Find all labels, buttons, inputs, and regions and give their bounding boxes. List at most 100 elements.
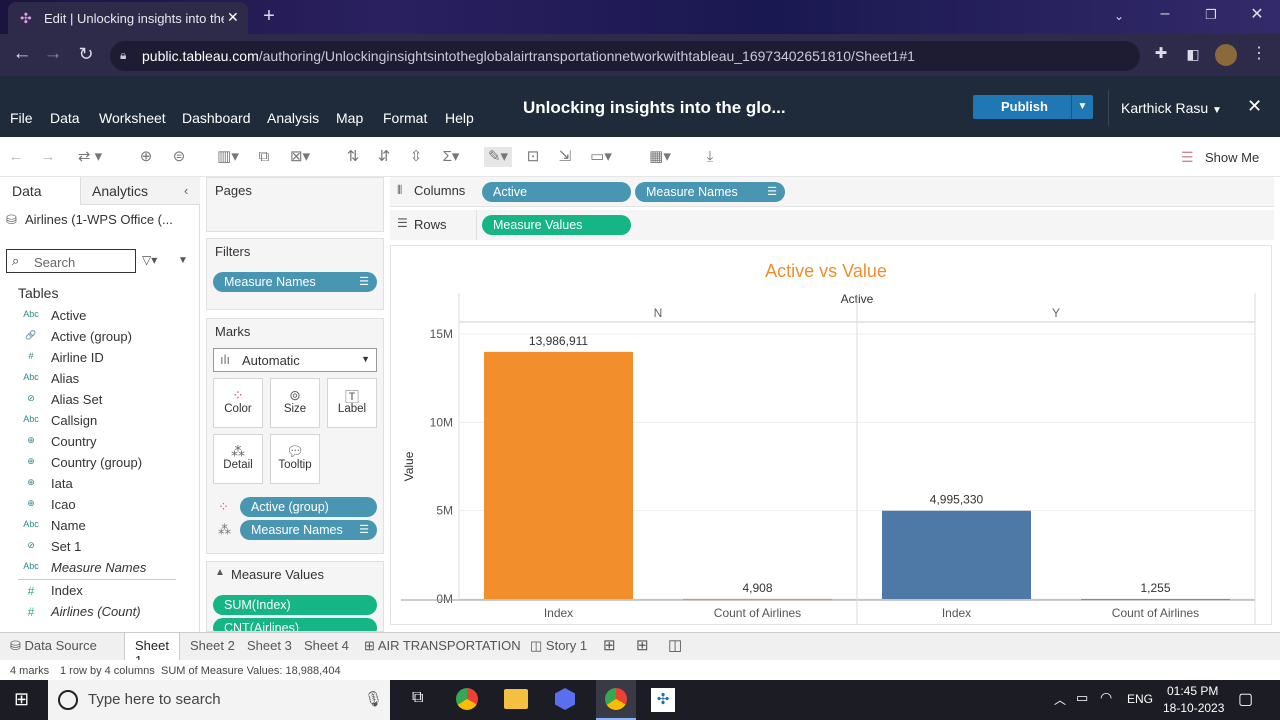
- field-item[interactable]: Abc Callsign: [0, 411, 198, 432]
- menu-dashboard[interactable]: Dashboard: [182, 110, 251, 126]
- marks-color-button[interactable]: ⁘ Color: [213, 378, 263, 428]
- language-indicator[interactable]: ENG: [1127, 692, 1153, 706]
- labels-icon[interactable]: ⊡: [522, 147, 544, 167]
- browser-tab[interactable]: ✣ Edit | Unlocking insights into the ✕: [8, 2, 248, 34]
- restore-icon[interactable]: ❐: [1200, 5, 1222, 27]
- redo-icon[interactable]: →: [37, 147, 59, 167]
- menu-data[interactable]: Data: [50, 110, 80, 126]
- side-panel-icon[interactable]: ◧: [1182, 44, 1204, 66]
- snipping-tool-icon[interactable]: ✣: [651, 688, 675, 712]
- marks-tooltip-button[interactable]: 💬︎ Tooltip: [270, 434, 320, 484]
- measure-values-pill-sum-index[interactable]: SUM(Index): [213, 595, 377, 615]
- close-window-icon[interactable]: ✕: [1246, 5, 1268, 27]
- profile-avatar[interactable]: [1215, 44, 1237, 66]
- extensions-icon[interactable]: ✚: [1150, 44, 1172, 66]
- show-me-button[interactable]: Show Me: [1205, 150, 1259, 165]
- forward-icon[interactable]: →: [42, 44, 64, 66]
- marks-pill-active-group[interactable]: Active (group): [240, 497, 377, 517]
- battery-icon[interactable]: ▭: [1076, 690, 1088, 706]
- notifications-icon[interactable]: ▢: [1238, 689, 1253, 709]
- task-view-icon[interactable]: ⧉: [412, 689, 423, 707]
- fix-axes-icon[interactable]: ⇲: [554, 147, 576, 167]
- field-item[interactable]: ⊕ Country (group): [0, 453, 198, 474]
- field-item[interactable]: ⊕ Country: [0, 432, 198, 453]
- windows-start-icon[interactable]: ⊞: [14, 689, 29, 710]
- new-tab-icon[interactable]: +: [258, 6, 280, 28]
- replace-data-icon[interactable]: ⇄ ▾: [70, 147, 110, 167]
- marks-pill-measure-names[interactable]: Measure Names ☰: [240, 520, 377, 540]
- pages-card[interactable]: Pages: [206, 177, 384, 232]
- tab-sheet1[interactable]: Sheet 1: [124, 633, 180, 668]
- presentation-icon[interactable]: ▦▾: [643, 147, 677, 167]
- filter-pill-measure-names[interactable]: Measure Names ☰: [213, 272, 377, 292]
- download-icon[interactable]: ⤓: [699, 147, 721, 167]
- field-item[interactable]: ⊕ Icao: [0, 495, 198, 516]
- tab-sheet3[interactable]: Sheet 3: [247, 638, 292, 653]
- show-hidden-icons-icon[interactable]: ︿: [1054, 691, 1066, 708]
- tab-air-transportation[interactable]: ⊞ AIR TRANSPORTATION: [364, 638, 521, 654]
- pause-updates-icon[interactable]: ⊜: [168, 147, 190, 167]
- field-search-input[interactable]: ⌕ Search: [6, 249, 136, 273]
- minimize-icon[interactable]: –: [1154, 4, 1176, 26]
- chrome-icon[interactable]: [456, 688, 478, 710]
- clear-sheet-icon[interactable]: ⊠▾: [286, 147, 314, 167]
- field-item[interactable]: ⊕ Iata: [0, 474, 198, 495]
- field-item[interactable]: # Index: [0, 581, 198, 602]
- reload-icon[interactable]: ↻: [75, 44, 97, 66]
- datasource-name[interactable]: Airlines (1-WPS Office (...: [25, 212, 173, 227]
- tab-analytics[interactable]: Analytics: [92, 183, 148, 199]
- field-item[interactable]: Abc Active: [0, 306, 198, 327]
- rows-shelf[interactable]: ☰ Rows Measure Values: [390, 210, 1274, 240]
- chrome-active-taskbar-item[interactable]: [596, 680, 636, 720]
- user-menu[interactable]: Karthick Rasu ▼: [1121, 100, 1222, 116]
- filter-fields-icon[interactable]: ▽▾: [142, 253, 157, 267]
- tab-sheet4[interactable]: Sheet 4: [304, 638, 349, 653]
- back-icon[interactable]: ←: [11, 44, 33, 66]
- clock-date[interactable]: 18-10-2023: [1163, 701, 1224, 715]
- menu-analysis[interactable]: Analysis: [267, 110, 319, 126]
- pane-menu-icon[interactable]: ▼: [178, 255, 188, 266]
- new-dashboard-tab-icon[interactable]: ⊞: [636, 636, 649, 654]
- filters-card[interactable]: Filters Measure Names ☰: [206, 238, 384, 310]
- app-icon[interactable]: [555, 688, 575, 710]
- marks-size-button[interactable]: ⊚ Size: [270, 378, 320, 428]
- taskbar-search-input[interactable]: Type here to search 🎙︎: [48, 680, 390, 720]
- browser-menu-icon[interactable]: ⋮: [1248, 44, 1270, 66]
- microphone-icon[interactable]: 🎙︎: [364, 690, 383, 708]
- field-item[interactable]: Abc Name: [0, 516, 198, 537]
- tab-search-icon[interactable]: ⌄: [1108, 6, 1130, 28]
- publish-button[interactable]: Publish ▼: [973, 95, 1093, 119]
- collapse-pane-icon[interactable]: ‹: [184, 183, 188, 198]
- close-tab-icon[interactable]: ✕: [227, 9, 239, 26]
- menu-map[interactable]: Map: [336, 110, 363, 126]
- sort-descending-icon[interactable]: ⇳: [405, 147, 427, 167]
- new-worksheet-icon[interactable]: ▥▾: [214, 147, 242, 167]
- field-item[interactable]: ⊘ Alias Set: [0, 390, 198, 411]
- menu-worksheet[interactable]: Worksheet: [99, 110, 166, 126]
- menu-format[interactable]: Format: [383, 110, 427, 126]
- field-item[interactable]: ⊘ Set 1: [0, 537, 198, 558]
- menu-file[interactable]: File: [10, 110, 33, 126]
- field-item[interactable]: # Airline ID: [0, 348, 198, 369]
- collapse-icon[interactable]: ▲: [215, 567, 225, 578]
- swap-rows-columns-icon[interactable]: ⇅: [342, 147, 364, 167]
- clock-time[interactable]: 01:45 PM: [1167, 684, 1218, 698]
- highlight-icon[interactable]: ✎▾: [484, 147, 512, 167]
- tab-sheet2[interactable]: Sheet 2: [190, 638, 235, 653]
- totals-icon[interactable]: Σ▾: [438, 147, 464, 167]
- publish-dropdown-icon[interactable]: ▼: [1071, 95, 1093, 119]
- tab-data[interactable]: Data: [12, 183, 42, 199]
- sort-ascending-icon[interactable]: ⇵: [373, 147, 395, 167]
- wifi-icon[interactable]: ◠: [1100, 689, 1112, 706]
- new-story-tab-icon[interactable]: ◫: [668, 636, 682, 654]
- close-editor-icon[interactable]: ✕: [1247, 96, 1262, 117]
- new-datasource-icon[interactable]: ⊕: [135, 147, 157, 167]
- field-item[interactable]: Abc Alias: [0, 369, 198, 390]
- workbook-title[interactable]: Unlocking insights into the glo...: [523, 98, 786, 118]
- show-me-icon[interactable]: ☰: [1181, 149, 1194, 166]
- new-worksheet-tab-icon[interactable]: ⊞: [603, 636, 616, 654]
- field-item[interactable]: # Airlines (Count): [0, 602, 198, 623]
- menu-help[interactable]: Help: [445, 110, 474, 126]
- columns-shelf[interactable]: ⦀ Columns Active Measure Names ☰: [390, 177, 1274, 207]
- field-item[interactable]: Abc Measure Names: [0, 558, 198, 579]
